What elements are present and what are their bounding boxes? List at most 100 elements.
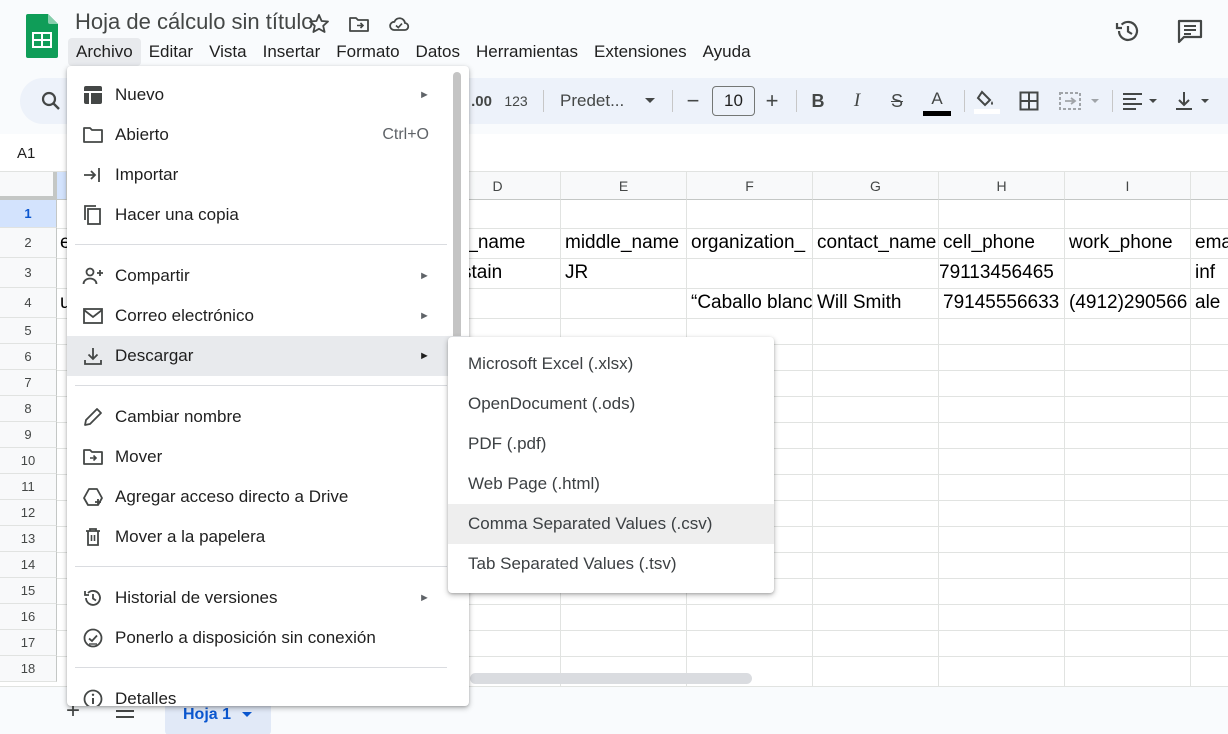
menu-ayuda[interactable]: Ayuda — [695, 38, 759, 66]
menu-item-descargar[interactable]: Descargar ► — [67, 336, 469, 376]
bold-button[interactable]: B — [806, 78, 830, 124]
row-header-8[interactable]: 8 — [0, 396, 57, 422]
italic-button[interactable]: I — [845, 78, 869, 124]
download-ods[interactable]: OpenDocument (.ods) — [448, 384, 774, 424]
menu-item-abierto[interactable]: Abierto Ctrl+O — [67, 115, 469, 155]
vertical-align-icon[interactable] — [1172, 78, 1216, 124]
name-box[interactable]: A1 — [17, 145, 35, 162]
cell-g2[interactable]: contact_name — [817, 228, 938, 258]
sheet-tab-label: Hoja 1 — [182, 706, 231, 723]
document-title[interactable]: Hoja de cálculo sin título — [75, 9, 313, 35]
row-header-18[interactable]: 18 — [0, 656, 57, 682]
cell-g4[interactable]: Will Smith — [817, 288, 938, 318]
decrease-font-size-button[interactable]: − — [682, 78, 704, 124]
increase-font-size-button[interactable]: + — [760, 78, 784, 124]
menu-extensiones[interactable]: Extensiones — [586, 38, 695, 66]
menu-item-historial[interactable]: Historial de versiones ► — [67, 578, 469, 618]
menu-editar[interactable]: Editar — [141, 38, 201, 66]
row-header-3[interactable]: 3 — [0, 258, 57, 288]
download-pdf[interactable]: PDF (.pdf) — [448, 424, 774, 464]
row-header-13[interactable]: 13 — [0, 526, 57, 552]
column-header-e[interactable]: E — [561, 172, 687, 200]
sheet-tab-dropdown-icon[interactable] — [241, 711, 253, 719]
text-color-button[interactable]: A — [922, 78, 952, 124]
version-history-icon[interactable] — [1113, 16, 1143, 46]
menu-item-nuevo[interactable]: Nuevo ► — [67, 75, 469, 115]
column-header-i[interactable]: I — [1065, 172, 1191, 200]
menu-item-cambiar-nombre[interactable]: Cambiar nombre — [67, 397, 469, 437]
menu-herramientas[interactable]: Herramientas — [468, 38, 586, 66]
offline-check-icon — [83, 628, 103, 648]
cell-j2[interactable]: ema — [1195, 228, 1228, 258]
row-header-15[interactable]: 15 — [0, 578, 57, 604]
cell-h3[interactable]: 79113456465 — [939, 258, 1064, 288]
row-header-9[interactable]: 9 — [0, 422, 57, 448]
cell-f2[interactable]: organization_ — [691, 228, 812, 258]
row-header-6[interactable]: 6 — [0, 344, 57, 370]
download-csv[interactable]: Comma Separated Values (.csv) — [448, 504, 774, 544]
cell-d2[interactable]: t_name — [462, 228, 560, 258]
row-header-11[interactable]: 11 — [0, 474, 57, 500]
row-header-14[interactable]: 14 — [0, 552, 57, 578]
row-header-17[interactable]: 17 — [0, 630, 57, 656]
row-header-4[interactable]: 4 — [0, 288, 57, 318]
column-header-f[interactable]: F — [687, 172, 813, 200]
borders-icon[interactable] — [1016, 78, 1042, 124]
row-header-12[interactable]: 12 — [0, 500, 57, 526]
font-size-input[interactable]: 10 — [712, 86, 755, 116]
cell-e3[interactable]: JR — [565, 258, 686, 288]
fill-color-icon[interactable] — [972, 78, 1002, 124]
cell-i4[interactable]: (4912)290566 — [1069, 288, 1190, 318]
menu-archivo[interactable]: Archivo — [68, 38, 141, 66]
row-header-16[interactable]: 16 — [0, 604, 57, 630]
menu-item-compartir[interactable]: Compartir ► — [67, 256, 469, 296]
menu-datos[interactable]: Datos — [408, 38, 468, 66]
search-menus-icon[interactable] — [36, 78, 66, 124]
cell-d3[interactable]: stain — [462, 258, 560, 288]
merge-cells-icon[interactable] — [1056, 78, 1106, 124]
cell-e2[interactable]: middle_name — [565, 228, 686, 258]
column-header-a[interactable] — [57, 172, 67, 200]
cell-j3[interactable]: inf — [1195, 258, 1228, 288]
menu-item-mover[interactable]: Mover — [67, 437, 469, 477]
download-xlsx[interactable]: Microsoft Excel (.xlsx) — [448, 344, 774, 384]
strikethrough-button[interactable]: S — [884, 78, 910, 124]
cell-i2[interactable]: work_phone — [1069, 228, 1190, 258]
row-header-1[interactable]: 1 — [0, 200, 57, 228]
horizontal-scrollbar[interactable] — [470, 673, 752, 684]
row-header-7[interactable]: 7 — [0, 370, 57, 396]
menu-insertar[interactable]: Insertar — [255, 38, 329, 66]
menu-item-correo[interactable]: Correo electrónico ► — [67, 296, 469, 336]
select-all-corner[interactable] — [0, 172, 57, 200]
menu-formato[interactable]: Formato — [328, 38, 407, 66]
menu-item-copia[interactable]: Hacer una copia — [67, 195, 469, 235]
move-folder-icon[interactable] — [347, 12, 371, 36]
menu-item-importar[interactable]: Importar — [67, 155, 469, 195]
column-header-j[interactable] — [1191, 172, 1228, 200]
column-header-g[interactable]: G — [813, 172, 939, 200]
font-dropdown-icon[interactable] — [640, 78, 660, 124]
sheets-logo-icon[interactable] — [26, 14, 58, 58]
star-icon[interactable] — [307, 12, 331, 36]
cell-j4[interactable]: ale — [1195, 288, 1228, 318]
cloud-saved-icon[interactable] — [387, 12, 411, 36]
cell-h2[interactable]: cell_phone — [943, 228, 1064, 258]
row-header-10[interactable]: 10 — [0, 448, 57, 474]
menu-item-detalles[interactable]: Detalles — [67, 679, 469, 706]
cell-h4[interactable]: 79145556633 — [943, 288, 1064, 318]
download-html[interactable]: Web Page (.html) — [448, 464, 774, 504]
menu-vista[interactable]: Vista — [201, 38, 255, 66]
comments-icon[interactable] — [1175, 16, 1205, 46]
row-header-2[interactable]: 2 — [0, 228, 57, 258]
download-tsv[interactable]: Tab Separated Values (.tsv) — [448, 544, 774, 584]
row-header-5[interactable]: 5 — [0, 318, 57, 344]
increase-decimal-button[interactable]: .00 — [466, 78, 492, 124]
more-formats-button[interactable]: 123 — [500, 78, 532, 124]
menu-item-acceso-directo[interactable]: Agregar acceso directo a Drive — [67, 477, 469, 517]
cell-f4[interactable]: “Caballo blanc — [691, 288, 812, 318]
menu-item-papelera[interactable]: Mover a la papelera — [67, 517, 469, 557]
menu-item-sin-conexion[interactable]: Ponerlo a disposición sin conexión — [67, 618, 469, 658]
menu-item-label: Importar — [115, 165, 179, 184]
column-header-h[interactable]: H — [939, 172, 1065, 200]
horizontal-align-icon[interactable] — [1120, 78, 1164, 124]
